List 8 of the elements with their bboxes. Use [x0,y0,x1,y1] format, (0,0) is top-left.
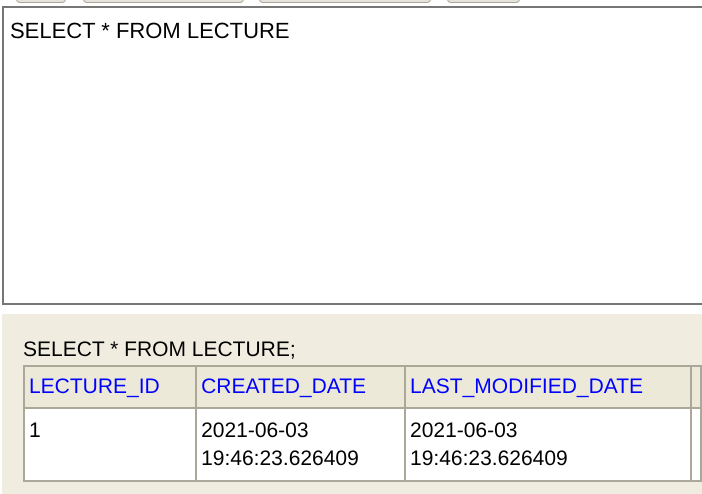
table-cell-text: 2021-06-03 19:46:23.626409 [201,418,359,472]
result-statement: SELECT * FROM LECTURE; [23,337,296,363]
table-cell-text: 1 [29,418,41,444]
column-header[interactable]: LAST_MODIFIED_DATE [405,366,692,408]
table-cell-text: 2021-06-03 19:46:23.626409 [410,418,568,472]
column-header[interactable]: CREATED_DATE [196,366,406,408]
sql-editor[interactable]: SELECT * FROM LECTURE [2,6,702,305]
column-header[interactable]: LECTURE_ID [24,366,196,408]
